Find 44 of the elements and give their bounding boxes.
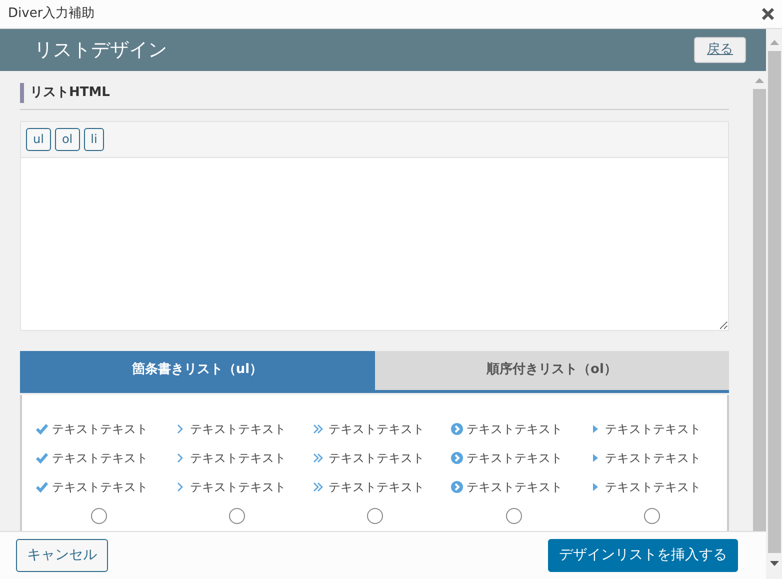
scroll-up-icon[interactable] (755, 77, 764, 83)
check-icon (36, 452, 48, 464)
tag-button[interactable]: li (84, 128, 104, 150)
double-chevron-icon (312, 423, 324, 435)
section-heading: リストHTML (20, 83, 729, 102)
list-item-text: テキストテキスト (190, 421, 286, 438)
list-item-text: テキストテキスト (604, 450, 701, 467)
circle-chevron-icon (450, 481, 463, 493)
list-item-text: テキストテキスト (604, 421, 701, 438)
double-chevron-icon (312, 481, 324, 493)
check-icon (36, 423, 48, 435)
tag-button[interactable]: ul (26, 128, 51, 150)
design-radio[interactable] (91, 508, 107, 524)
list-item-text: テキストテキスト (604, 479, 701, 496)
insert-button[interactable]: デザインリストを挿入する (548, 539, 738, 572)
window-title: Diver入力補助 (8, 5, 95, 24)
cancel-button[interactable]: キャンセル (16, 539, 108, 572)
list-item-text: テキストテキスト (52, 450, 148, 467)
list-item-text: テキストテキスト (328, 479, 424, 496)
tag-button[interactable]: ol (54, 128, 80, 150)
close-icon[interactable] (762, 8, 774, 20)
check-icon (36, 481, 48, 493)
list-item-text: テキストテキスト (190, 450, 286, 467)
list-item-text: テキストテキスト (466, 479, 563, 496)
tab[interactable]: 順序付きリスト（ol） (374, 350, 729, 390)
page-title: リストデザイン (34, 38, 167, 63)
list-item-text: テキストテキスト (328, 421, 424, 438)
design-radio[interactable] (229, 508, 246, 524)
list-item-text: テキストテキスト (466, 421, 563, 438)
list-item-text: テキストテキスト (328, 450, 424, 467)
double-chevron-icon (312, 452, 324, 464)
scroll-up-icon[interactable] (770, 39, 778, 45)
design-radio[interactable] (506, 508, 522, 524)
list-item-text: テキストテキスト (466, 450, 563, 467)
circle-chevron-icon (450, 452, 463, 464)
list-item-text: テキストテキスト (52, 421, 148, 438)
list-item-text: テキストテキスト (52, 479, 148, 496)
design-radio[interactable] (644, 508, 660, 524)
scroll-down-icon[interactable] (770, 561, 778, 567)
design-radio[interactable] (367, 508, 384, 524)
list-item-text: テキストテキスト (190, 479, 286, 496)
circle-chevron-icon (450, 423, 463, 435)
back-button[interactable]: 戻る (694, 37, 746, 63)
tab[interactable]: 箇条書きリスト（ul） (20, 350, 374, 390)
